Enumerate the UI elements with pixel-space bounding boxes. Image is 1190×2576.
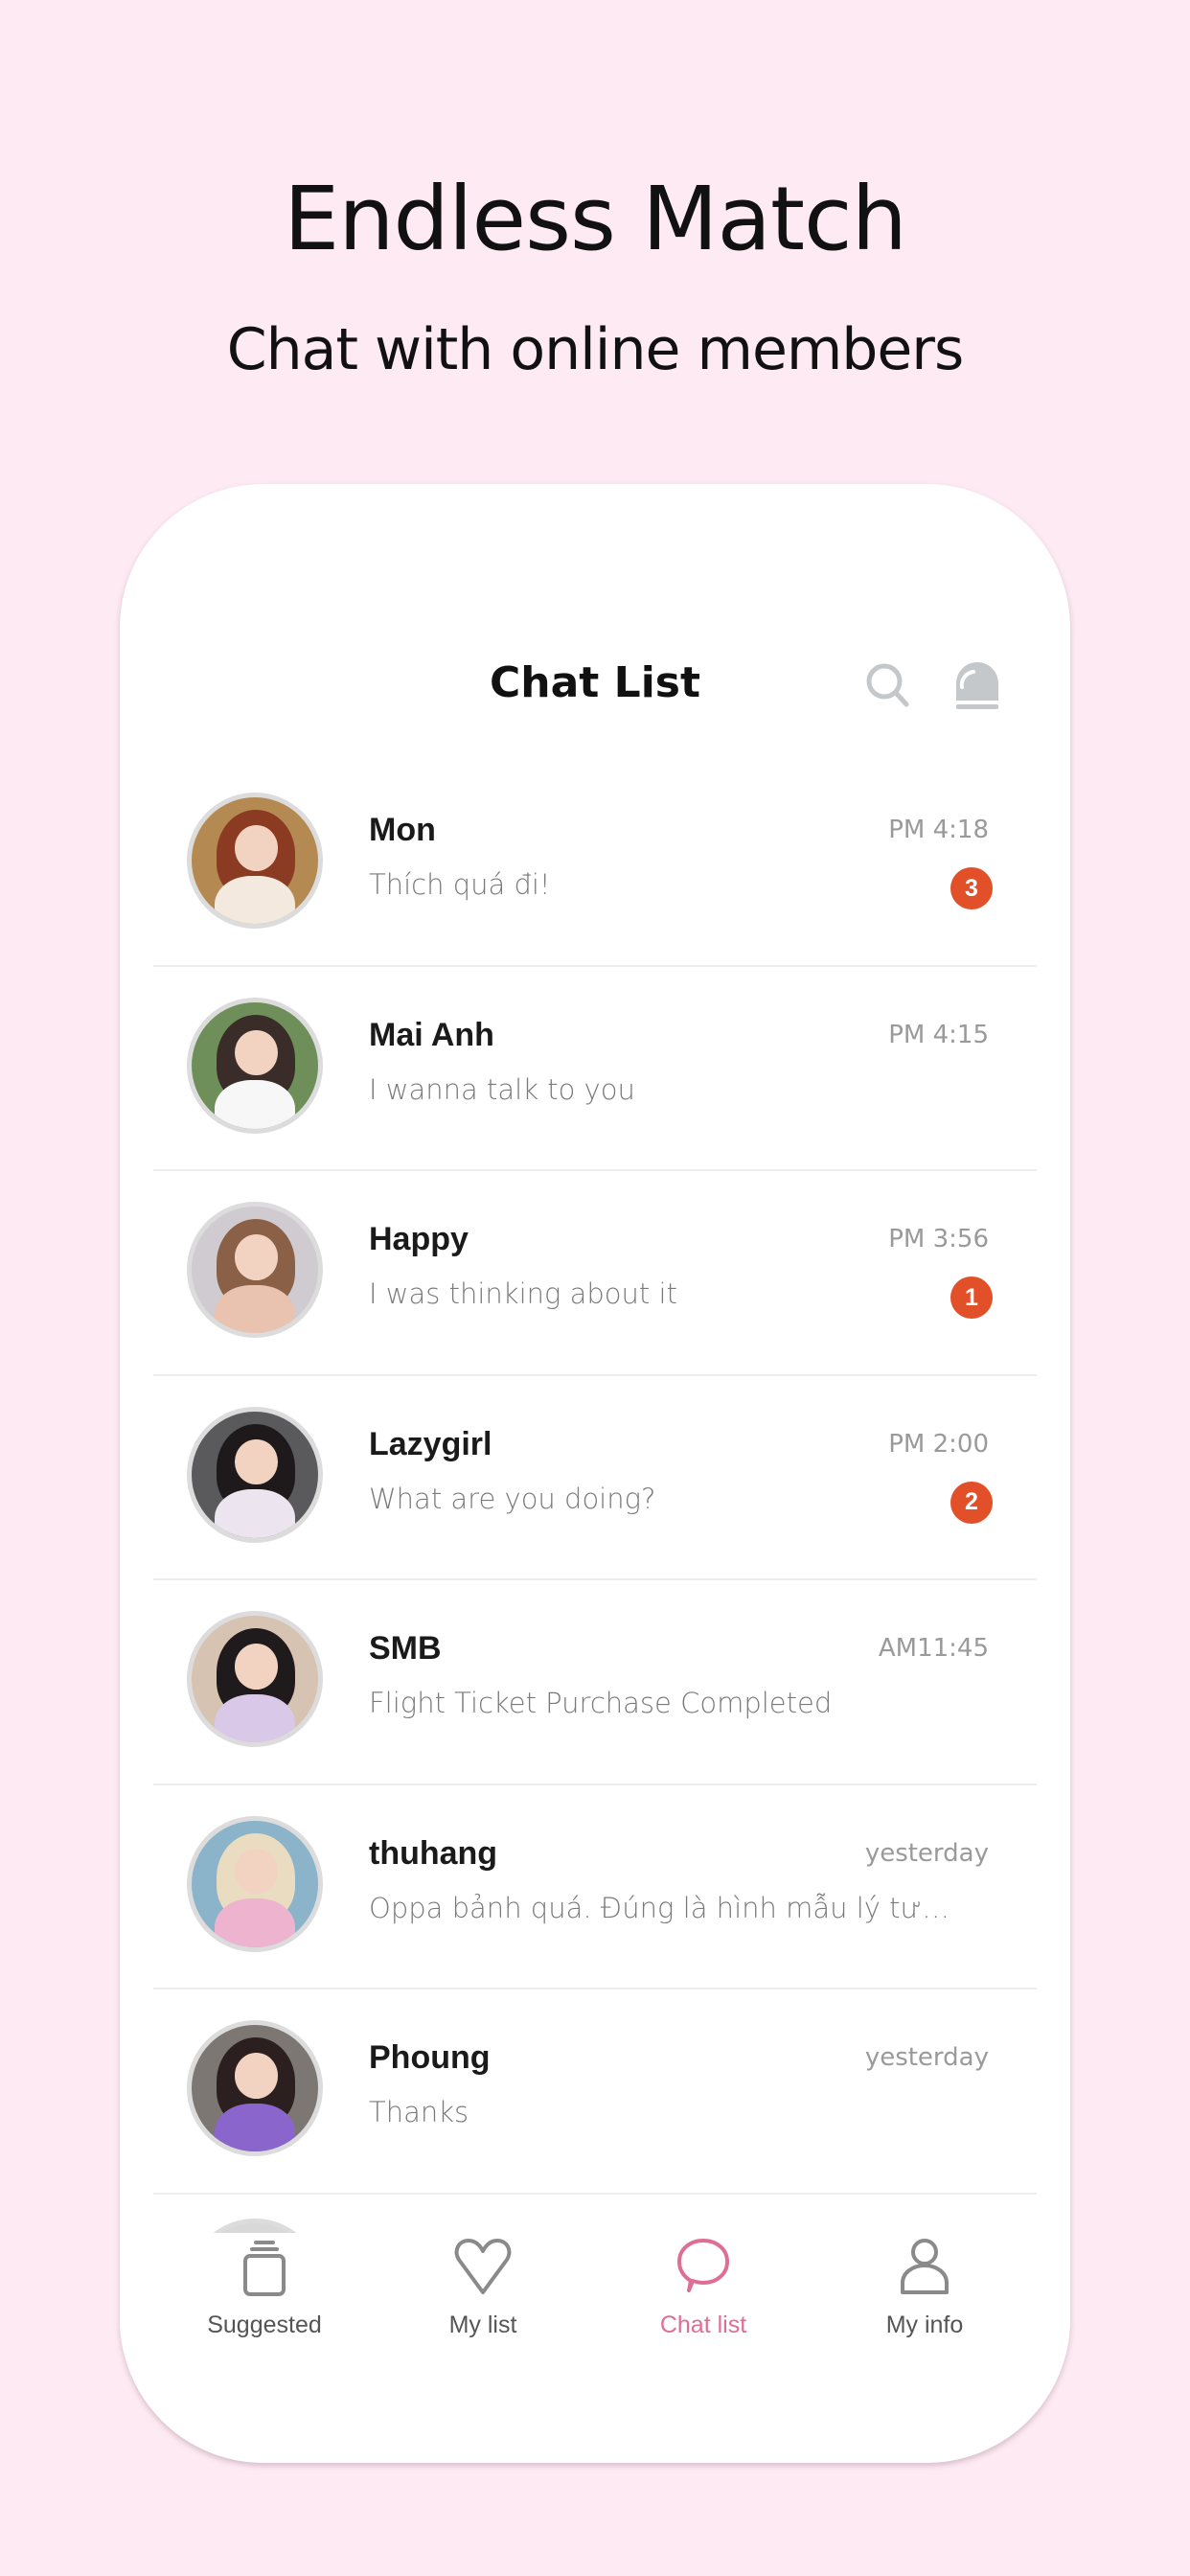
last-message: What are you doing? (369, 1482, 656, 1515)
avatar-body (214, 1898, 296, 1947)
avatar-face (234, 1644, 278, 1690)
chat-row[interactable]: Mai Anh I wanna talk to you PM 4:15 (153, 967, 1037, 1171)
siren-icon (956, 662, 998, 709)
unread-badge: 2 (950, 1481, 993, 1524)
avatar-face (234, 1234, 278, 1280)
last-message: Thích quá đi! (369, 868, 551, 901)
last-message: I wanna talk to you (369, 1072, 635, 1106)
contact-name: thuhang (369, 1834, 498, 1872)
tab-my-list[interactable]: My list (387, 2233, 579, 2358)
chat-row[interactable]: Mon Thích quá đi! PM 4:18 3 (153, 762, 1037, 967)
avatar-body (214, 875, 296, 924)
contact-name: Phoung (369, 2039, 491, 2076)
tab-label: My list (448, 2312, 517, 2338)
alarm-button[interactable] (949, 656, 1006, 714)
phone-screen: Chat List Mon Thích quá đi! PM 4:18 3 Mai A… (120, 484, 1070, 2463)
chat-row[interactable]: thuhang Oppa bảnh quá. Đúng là hình mẫu l… (153, 1785, 1037, 1990)
tab-suggested[interactable]: Suggested (169, 2233, 360, 2358)
last-message: Oppa bảnh quá. Đúng là hình mẫu lý tưởng… (369, 1891, 963, 1924)
avatar[interactable] (187, 793, 323, 929)
avatar[interactable] (187, 1815, 323, 1952)
message-time: PM 3:56 (888, 1225, 989, 1254)
contact-name: SMB (369, 1630, 442, 1667)
tab-label: Suggested (207, 2312, 322, 2338)
avatar-body (214, 1284, 296, 1333)
avatar-body (214, 1693, 296, 1742)
last-message: Thanks (369, 2096, 469, 2128)
search-icon (866, 663, 909, 707)
hero-title: Endless Match (284, 168, 907, 270)
bottom-tab-bar: Suggested My list Chat list My info (120, 2233, 1070, 2358)
hero-subtitle: Chat with online members (226, 316, 964, 383)
avatar-face (234, 825, 278, 871)
avatar-body (214, 2103, 296, 2151)
tab-label: My info (885, 2312, 964, 2338)
app-bar: Chat List (120, 647, 1070, 724)
avatar[interactable] (187, 2020, 323, 2156)
chat-row[interactable]: Happy I was thinking about it PM 3:56 1 (153, 1171, 1037, 1376)
contact-name: Lazygirl (369, 1425, 492, 1462)
avatar-body (214, 1080, 296, 1129)
chat-row[interactable]: Phoung Thanks yesterday (153, 1990, 1037, 2195)
message-time: AM11:45 (878, 1634, 989, 1663)
avatar-face (234, 2053, 278, 2099)
message-time: yesterday (864, 2043, 989, 2072)
unread-badge: 3 (950, 867, 993, 909)
cards-stack-icon (243, 2241, 286, 2296)
message-time: PM 4:15 (888, 1020, 989, 1049)
avatar-face (234, 1438, 278, 1485)
page-title: Chat List (490, 658, 700, 707)
last-message: I was thinking about it (369, 1277, 677, 1310)
avatar-body (214, 1489, 296, 1538)
contact-name: Mon (369, 812, 436, 848)
tab-chat-list[interactable]: Chat list (607, 2233, 799, 2358)
avatar-face (234, 1029, 278, 1076)
chat-row[interactable]: SMB Flight Ticket Purchase Completed AM11:… (153, 1580, 1037, 1785)
tab-my-info[interactable]: My info (829, 2233, 1020, 2358)
chat-list: Mon Thích quá đi! PM 4:18 3 Mai Anh I wanna … (153, 762, 1037, 2195)
contact-name: Mai Anh (369, 1016, 494, 1053)
chat-bubble-icon (677, 2239, 729, 2292)
avatar[interactable] (187, 1202, 323, 1338)
avatar[interactable] (187, 1406, 323, 1543)
message-time: yesterday (864, 1838, 989, 1868)
person-icon (901, 2239, 949, 2294)
chat-row[interactable]: Lazygirl What are you doing? PM 2:00 2 (153, 1376, 1037, 1580)
unread-badge: 1 (950, 1276, 993, 1319)
message-time: PM 2:00 (888, 1429, 989, 1459)
avatar-face (234, 1848, 278, 1895)
avatar[interactable] (187, 997, 323, 1134)
contact-name: Happy (369, 1221, 469, 1257)
heart-icon (454, 2239, 512, 2294)
last-message: Flight Ticket Purchase Completed (369, 1687, 833, 1719)
avatar[interactable] (187, 1611, 323, 1747)
search-button[interactable] (859, 656, 917, 714)
message-time: PM 4:18 (888, 816, 989, 844)
tab-label: Chat list (659, 2312, 747, 2338)
